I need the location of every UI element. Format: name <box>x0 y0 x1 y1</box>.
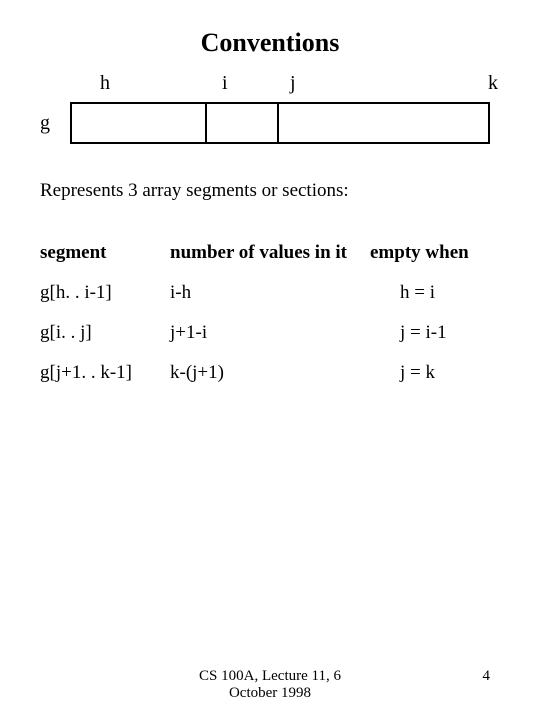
array-cell <box>279 104 488 142</box>
cell-number: k-(j+1) <box>170 362 370 384</box>
footer: CS 100A, Lecture 11, 6 October 1998 4 <box>0 668 540 702</box>
table-row: g[j+1. . k-1] k-(j+1) j = k <box>40 362 500 384</box>
cell-segment: g[h. . i-1] <box>40 282 170 304</box>
cell-segment: g[i. . j] <box>40 322 170 344</box>
intro-text: Represents 3 array segments or sections: <box>40 180 500 202</box>
index-h: h <box>100 72 110 95</box>
cell-segment: g[j+1. . k-1] <box>40 362 170 384</box>
cell-number: i-h <box>170 282 370 304</box>
header-empty: empty when <box>370 242 500 264</box>
index-j: j <box>290 72 296 95</box>
segments-table: segment number of values in it empty whe… <box>40 242 500 384</box>
footer-page-number: 4 <box>483 668 491 685</box>
cell-number: j+1-i <box>170 322 370 344</box>
table-row: g[h. . i-1] i-h h = i <box>40 282 500 304</box>
array-name-g: g <box>40 112 50 135</box>
page-title: Conventions <box>40 28 500 58</box>
array-diagram: h i j k g <box>40 72 500 152</box>
index-i: i <box>222 72 228 95</box>
array-box <box>70 102 490 144</box>
cell-empty: j = i-1 <box>370 322 500 344</box>
cell-empty: j = k <box>370 362 500 384</box>
table-row: g[i. . j] j+1-i j = i-1 <box>40 322 500 344</box>
footer-course: CS 100A, Lecture 11, 6 October 1998 <box>180 668 360 702</box>
cell-empty: h = i <box>370 282 500 304</box>
header-segment: segment <box>40 242 170 264</box>
array-cell <box>72 104 207 142</box>
table-header: segment number of values in it empty whe… <box>40 242 500 264</box>
header-number: number of values in it <box>170 242 370 264</box>
array-cell <box>207 104 279 142</box>
index-k: k <box>488 72 498 95</box>
